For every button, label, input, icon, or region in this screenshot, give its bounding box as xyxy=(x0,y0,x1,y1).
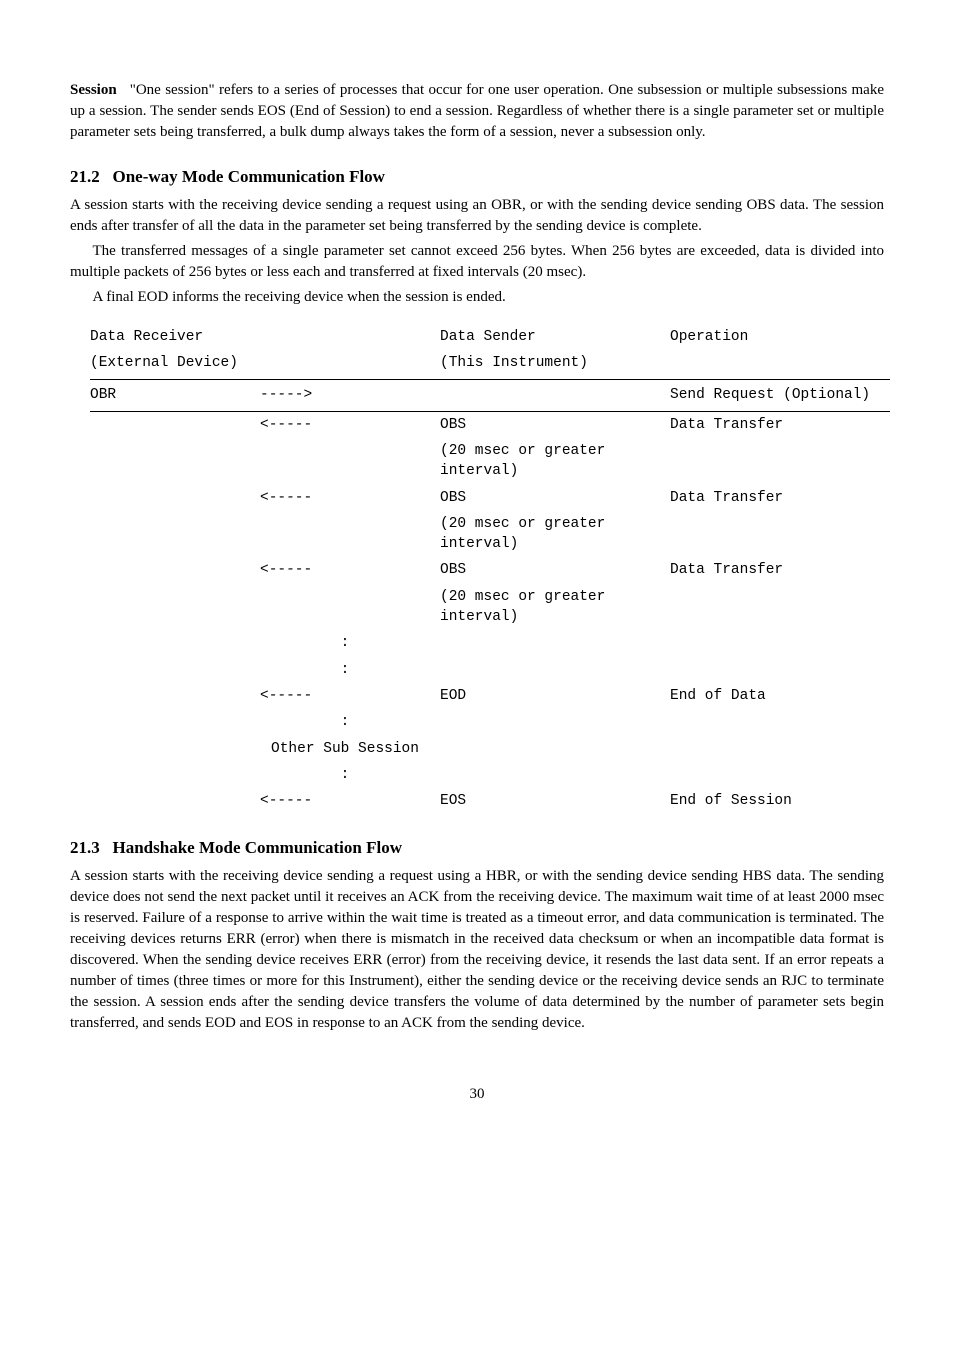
row-obs1: <----- OBS Data Transfer xyxy=(90,411,890,438)
hdr-receiver: Data Receiver xyxy=(90,324,260,350)
hdr-sender-sub: (This Instrument) xyxy=(440,350,670,380)
hdr-arrow xyxy=(260,324,440,350)
row-dots2: : xyxy=(90,657,890,683)
page-number: 30 xyxy=(70,1084,884,1105)
session-paragraph: Session "One session" refers to a series… xyxy=(70,80,884,143)
row-obr: OBR -----> Send Request (Optional) xyxy=(90,380,890,411)
cell-obr-op: Send Request (Optional) xyxy=(670,380,890,411)
cell-obr-arrow: -----> xyxy=(260,380,440,411)
flow-header-row1: Data Receiver Data Sender Operation xyxy=(90,324,890,350)
flow-header-row2: (External Device) (This Instrument) xyxy=(90,350,890,380)
sec212-p2: The transferred messages of a single par… xyxy=(70,241,884,283)
row-obs2-interval: (20 msec or greater interval) xyxy=(90,511,890,558)
sec212-p1: A session starts with the receiving devi… xyxy=(70,195,884,237)
row-eos: <----- EOS End of Session xyxy=(90,788,890,814)
row-dots4: : xyxy=(90,762,890,788)
heading-21-3: 21.3 Handshake Mode Communication Flow xyxy=(70,836,884,860)
heading-21-2: 21.2 One-way Mode Communication Flow xyxy=(70,165,884,189)
row-obs1-interval: (20 msec or greater interval) xyxy=(90,438,890,485)
row-eod: <----- EOD End of Data xyxy=(90,683,890,709)
hdr-operation: Operation xyxy=(670,324,890,350)
hdr-sender: Data Sender xyxy=(440,324,670,350)
row-obs3-interval: (20 msec or greater interval) xyxy=(90,584,890,631)
flow-table: Data Receiver Data Sender Operation (Ext… xyxy=(90,324,890,815)
row-other-sub-session: Other Sub Session xyxy=(90,736,890,762)
hdr-receiver-sub: (External Device) xyxy=(90,350,260,380)
sec213-p1: A session starts with the receiving devi… xyxy=(70,866,884,1034)
session-runin: Session xyxy=(70,82,117,98)
row-dots1: : xyxy=(90,630,890,656)
row-dots3: : xyxy=(90,709,890,735)
sec212-p3: A final EOD informs the receiving device… xyxy=(70,287,884,308)
cell-obr-recv: OBR xyxy=(90,380,260,411)
session-text: "One session" refers to a series of proc… xyxy=(70,82,884,140)
row-obs3: <----- OBS Data Transfer xyxy=(90,557,890,583)
row-obs2: <----- OBS Data Transfer xyxy=(90,485,890,511)
cell-obr-sender xyxy=(440,380,670,411)
